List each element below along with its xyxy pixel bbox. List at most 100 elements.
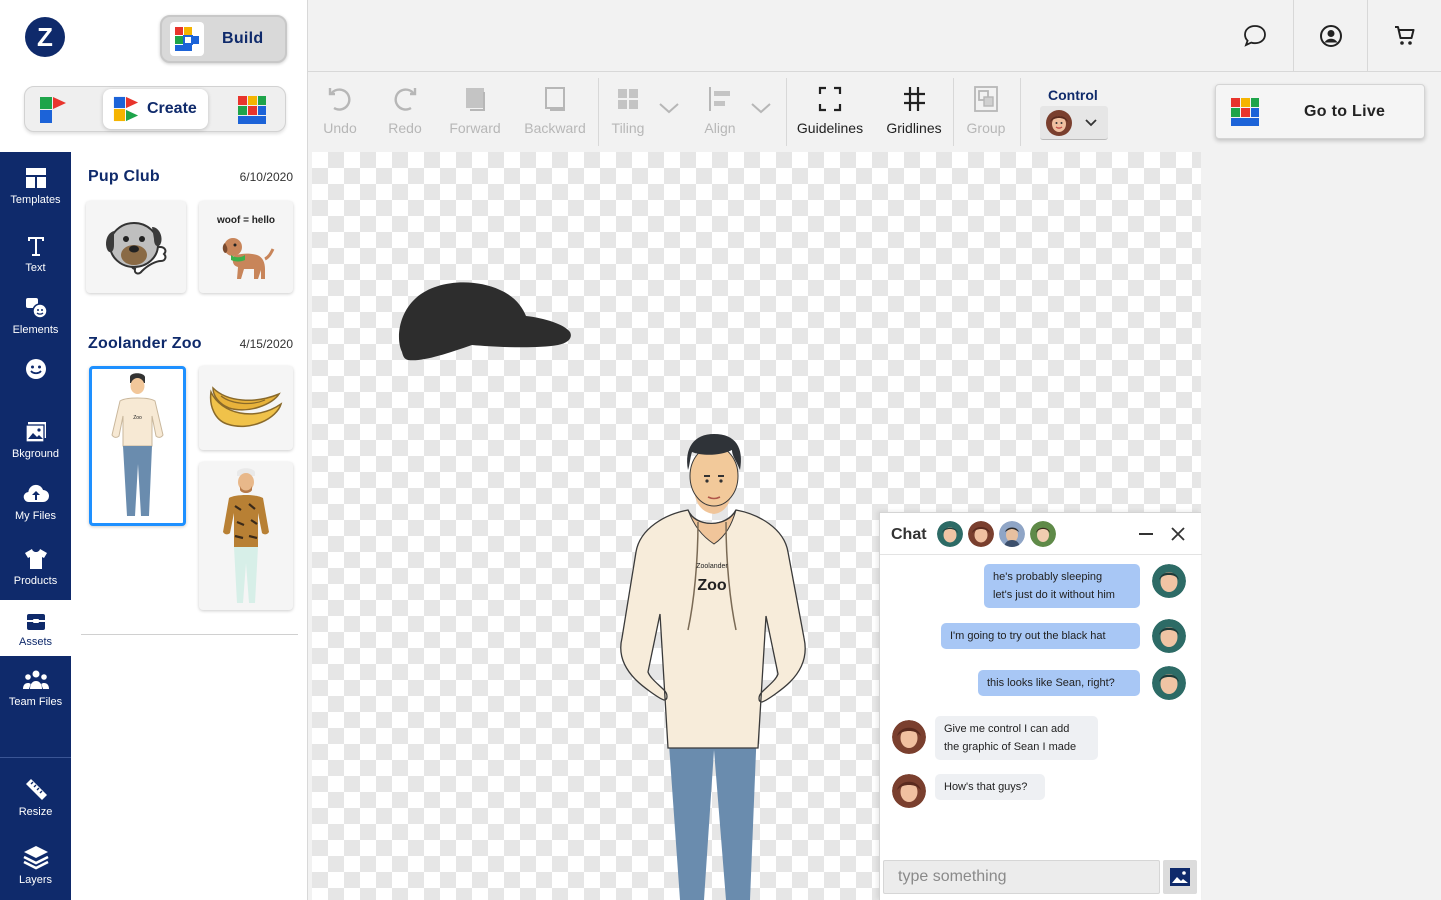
rail-resize[interactable]: Resize [0, 776, 71, 818]
control-select[interactable] [1040, 106, 1108, 140]
chat-message-input[interactable] [883, 860, 1160, 894]
asset-thumb-woof[interactable]: woof = hello [199, 201, 293, 293]
rail-team-files[interactable]: Team Files [0, 668, 71, 708]
tiling-chevron-down-icon[interactable] [658, 101, 680, 115]
account-icon[interactable] [1293, 0, 1367, 72]
rail-products[interactable]: Products [0, 547, 71, 587]
group-button[interactable]: Group [964, 84, 1008, 136]
rail-label: Templates [10, 194, 61, 206]
tool-label: Guidelines [796, 120, 864, 136]
rail-my-files[interactable]: My Files [0, 482, 71, 522]
sender-avatar [892, 720, 926, 754]
right-panel: Go to Live [1201, 72, 1441, 900]
message-line: I'm going to try out the black hat [950, 630, 1106, 642]
my-avatar [1152, 666, 1186, 700]
tool-label: Redo [388, 120, 422, 136]
grid-colors-icon[interactable] [237, 95, 267, 125]
team-icon [22, 670, 49, 689]
svg-text:Zoo: Zoo [133, 415, 142, 421]
rail-background[interactable]: Bkground [0, 420, 71, 460]
header-actions [1217, 0, 1441, 72]
man-hoodie-element[interactable]: Zoolander Zoo [614, 434, 808, 900]
participant-avatar[interactable] [999, 521, 1025, 547]
cart-icon[interactable] [1367, 0, 1441, 72]
rail-layers[interactable]: Layers [0, 844, 71, 886]
editor-toolbar: Undo Redo Forward Backward Tiling Align … [308, 72, 1201, 152]
section-header: Pup Club 6/10/2020 [88, 168, 293, 186]
thumb-caption: woof = hello [216, 215, 276, 226]
sender-avatar [892, 774, 926, 808]
emoji-icon [25, 359, 46, 379]
chat-bubble-icon[interactable] [1217, 0, 1293, 72]
guidelines-icon [818, 86, 842, 112]
tool-label: Backward [524, 120, 586, 136]
align-chevron-down-icon[interactable] [750, 101, 772, 115]
top-bar: Z Build [0, 0, 1441, 72]
participant-avatar[interactable] [968, 521, 994, 547]
chat-window: Chat he's probably sleeping let's just d… [879, 512, 1202, 900]
chat-message-outgoing: he's probably sleeping let's just do it … [984, 564, 1140, 608]
section-date: 4/15/2020 [239, 337, 293, 351]
rail-label: Elements [12, 324, 59, 336]
rail-templates[interactable]: Templates [0, 166, 71, 206]
create-button[interactable]: Create [103, 89, 208, 129]
live-grid-icon [1231, 97, 1259, 126]
asset-thumb-dog-bone[interactable] [86, 201, 186, 293]
message-line: he's probably sleeping [993, 571, 1103, 583]
play-colors-icon[interactable] [39, 96, 67, 124]
asset-thumb-tiger-shirt-man[interactable] [199, 462, 293, 610]
gridlines-button[interactable]: Gridlines [884, 84, 944, 136]
left-tool-rail: Templates Text Elements Bkground My File… [0, 152, 71, 900]
gridlines-icon [904, 87, 925, 111]
hoodie-text-small: Zoolander [696, 563, 728, 570]
minimize-icon[interactable] [1137, 526, 1155, 542]
align-button[interactable]: Align [700, 84, 740, 136]
go-to-live-button[interactable]: Go to Live [1215, 84, 1425, 139]
redo-icon [394, 88, 417, 111]
toolbar-separator [953, 78, 954, 146]
upload-cloud-icon [23, 484, 49, 503]
rail-elements[interactable]: Elements [0, 296, 71, 336]
rail-label: Team Files [8, 696, 63, 708]
send-backward-icon [545, 87, 565, 111]
create-label: Create [147, 100, 197, 117]
toolbar-separator [598, 78, 599, 146]
backward-button[interactable]: Backward [521, 84, 589, 136]
brand-area: Z Build [0, 0, 308, 72]
assets-panel: Pup Club 6/10/2020 woof = hello Zoolande… [71, 152, 308, 900]
chat-header: Chat [880, 513, 1202, 555]
rail-label: Layers [18, 874, 53, 886]
redo-button[interactable]: Redo [387, 84, 423, 136]
chat-message-outgoing: this looks like Sean, right? [978, 670, 1140, 696]
guidelines-button[interactable]: Guidelines [795, 84, 865, 136]
undo-icon [328, 88, 351, 111]
group-icon [974, 86, 998, 112]
build-button[interactable]: Build [160, 15, 287, 63]
tiling-button[interactable]: Tiling [608, 84, 648, 136]
close-icon[interactable] [1170, 526, 1186, 542]
rail-text[interactable]: Text [0, 234, 71, 274]
tool-label: Group [966, 120, 1006, 136]
rail-emoji[interactable] [0, 357, 71, 385]
tiger-shirt-man-image [223, 468, 269, 603]
asset-thumb-banana[interactable] [199, 366, 293, 450]
message-line: Give me control I can add [944, 723, 1070, 735]
tool-label: Tiling [611, 120, 645, 136]
forward-button[interactable]: Forward [446, 84, 504, 136]
participant-avatar[interactable] [1030, 521, 1056, 547]
asset-thumb-man-hoodie[interactable]: Zoo [89, 366, 186, 526]
go-to-live-label: Go to Live [1304, 102, 1386, 120]
tool-label: Gridlines [886, 120, 942, 136]
tool-label: Align [704, 120, 736, 136]
bring-forward-icon [466, 88, 485, 111]
rail-label: Text [25, 262, 46, 274]
layers-icon [22, 846, 49, 870]
send-image-button[interactable] [1163, 860, 1197, 894]
toolbar-separator [1020, 78, 1021, 146]
zazzle-logo[interactable]: Z [25, 17, 65, 57]
black-cap-element[interactable] [396, 280, 572, 362]
undo-button[interactable]: Undo [322, 84, 358, 136]
section-title: Zoolander Zoo [88, 335, 202, 352]
participant-avatar[interactable] [937, 521, 963, 547]
rail-assets[interactable]: Assets [0, 600, 71, 656]
